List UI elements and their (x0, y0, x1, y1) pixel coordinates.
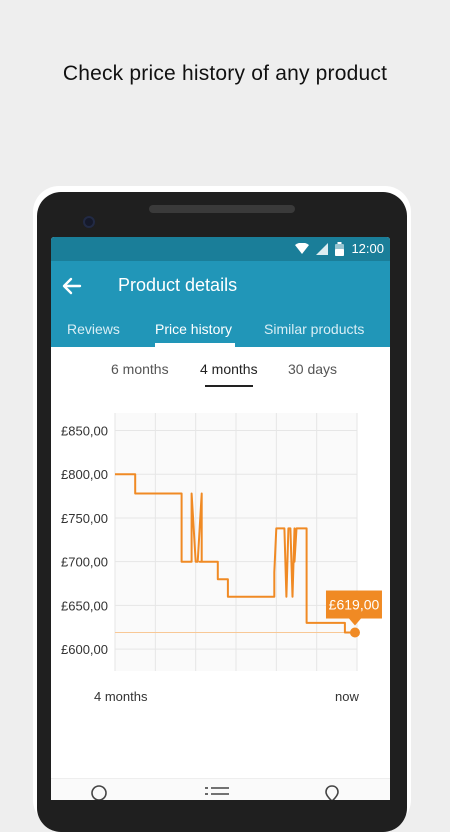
active-range-indicator (205, 385, 253, 387)
price-chart-svg: £600,00 £650,00 £700,00 £750,00 £800,00 £850,… (61, 413, 382, 671)
y-tick-label: £850,00 (61, 423, 108, 438)
list-icon[interactable] (205, 785, 229, 800)
app-bar: Product details Reviews Price history Si… (51, 261, 390, 347)
x-axis-start-label: 4 months (94, 689, 148, 704)
range-30-days[interactable]: 30 days (288, 361, 337, 377)
phone-speaker (149, 205, 295, 213)
y-tick-label: £650,00 (61, 598, 108, 613)
y-tick-label: £750,00 (61, 511, 108, 526)
signal-icon (316, 242, 329, 255)
search-icon[interactable] (91, 785, 109, 800)
current-price-point (349, 627, 360, 638)
price-history-chart: £600,00 £650,00 £700,00 £750,00 £800,00 £850,… (51, 393, 390, 793)
phone-camera (83, 216, 95, 228)
app-screen: 12:00 Product details Reviews Price hist… (51, 237, 390, 800)
promo-headline: Check price history of any product (62, 62, 388, 85)
x-axis-end-label: now (335, 689, 359, 704)
y-tick-label: £700,00 (61, 555, 108, 570)
y-tick-label: £600,00 (61, 642, 108, 657)
price-bubble-label: £619,00 (329, 597, 380, 613)
status-time: 12:00 (351, 241, 384, 256)
arrow-back-icon[interactable] (61, 275, 83, 297)
page-title: Product details (118, 275, 238, 295)
tab-similar-products[interactable]: Similar products (264, 321, 364, 337)
bottom-navigation (51, 778, 390, 800)
tab-price-history[interactable]: Price history (155, 321, 232, 337)
status-bar: 12:00 (51, 237, 390, 261)
wifi-icon (295, 242, 310, 254)
y-tick-label: £800,00 (61, 467, 108, 482)
range-4-months[interactable]: 4 months (200, 361, 258, 377)
tab-reviews[interactable]: Reviews (67, 321, 120, 337)
battery-icon (335, 241, 345, 256)
range-6-months[interactable]: 6 months (111, 361, 169, 377)
location-icon[interactable] (324, 785, 340, 800)
